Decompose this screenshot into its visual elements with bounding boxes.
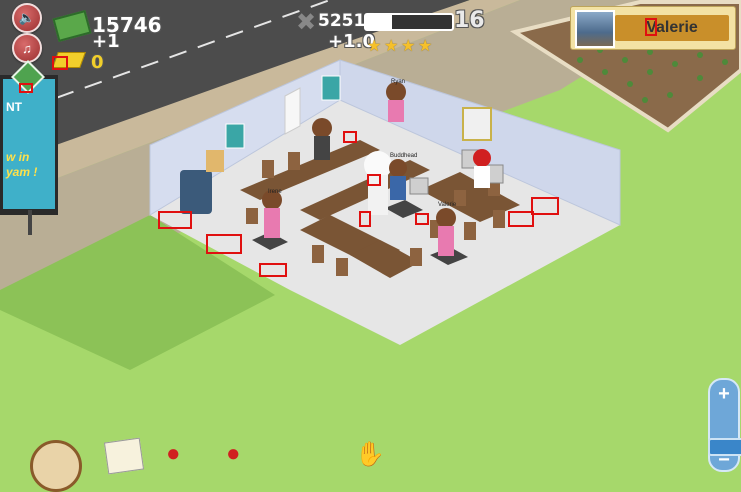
gems-value: 0 xyxy=(91,52,104,73)
xp-progress-bar xyxy=(364,13,454,31)
game-scene[interactable] xyxy=(0,0,741,471)
selection-marker xyxy=(343,131,357,143)
speaker-icon: 🔈 xyxy=(18,10,36,25)
mailbox[interactable] xyxy=(180,170,212,214)
selection-marker xyxy=(158,211,192,229)
hand-icon: ✋ xyxy=(355,441,385,468)
character-valerie[interactable] xyxy=(436,208,456,256)
name-label-irene: Irene xyxy=(268,189,282,195)
game-stage[interactable]: NT w in yam ! Ryan Buddhead Irene Valeri… xyxy=(0,0,741,492)
music-note-icon: ♫ xyxy=(22,40,32,56)
character-ryan[interactable] xyxy=(386,82,406,122)
billboard-panel[interactable] xyxy=(3,79,55,209)
cookbook-button[interactable]: ● xyxy=(226,440,262,470)
recipe-scroll-button[interactable] xyxy=(103,437,145,475)
character-waiter[interactable] xyxy=(312,118,332,160)
wall-painting-2 xyxy=(225,123,245,149)
xp-progress-fill xyxy=(366,15,392,29)
sound-button[interactable]: 🔈 xyxy=(12,3,42,33)
name-label-ryan: Ryan xyxy=(391,79,406,85)
selection-marker xyxy=(359,211,371,227)
star-icon: ★ xyxy=(384,38,399,55)
level-value: 16 xyxy=(454,8,485,33)
selection-marker xyxy=(259,263,287,277)
selection-marker xyxy=(52,56,68,70)
star-icon: ★ xyxy=(418,38,433,55)
selection-marker xyxy=(645,18,657,36)
kitchen-door[interactable] xyxy=(284,87,301,135)
friend-avatar[interactable] xyxy=(575,10,615,48)
minus-icon[interactable]: − xyxy=(714,450,734,470)
fruit-basket-icon: ● xyxy=(226,440,241,467)
fruit-icon: ● xyxy=(166,440,181,467)
character-irene[interactable] xyxy=(262,190,282,238)
selection-marker xyxy=(531,197,559,215)
billboard-text-3: yam ! xyxy=(6,165,38,179)
wall-painting xyxy=(321,75,341,101)
friend-name[interactable]: Valerie xyxy=(615,15,729,41)
plus-icon[interactable]: + xyxy=(714,384,734,404)
fork-knife-icon: ✖ xyxy=(296,9,317,36)
star-icon: ★ xyxy=(401,38,416,55)
jukebox[interactable] xyxy=(206,150,224,172)
selection-marker xyxy=(19,83,33,93)
name-label-mid: Buddhead xyxy=(390,153,418,159)
music-button[interactable]: ♫ xyxy=(12,33,42,63)
name-label-valerie: Valerie xyxy=(438,202,457,208)
selection-marker xyxy=(367,174,381,186)
compass-button[interactable] xyxy=(30,440,82,492)
selection-marker xyxy=(206,234,242,254)
character-mid[interactable] xyxy=(389,159,407,200)
wall-sign xyxy=(462,107,492,141)
market-button[interactable]: ● xyxy=(166,440,202,470)
star-icon: ★ xyxy=(367,38,382,55)
move-tool-button[interactable]: ✋ xyxy=(355,440,395,470)
selection-marker xyxy=(415,213,429,225)
character-red-hat[interactable] xyxy=(473,149,491,188)
billboard-text-1: NT xyxy=(6,100,22,114)
coins-gain: +1 xyxy=(92,31,120,52)
zoom-slider[interactable]: + − xyxy=(708,378,741,472)
billboard-text-2: w in xyxy=(6,150,30,164)
